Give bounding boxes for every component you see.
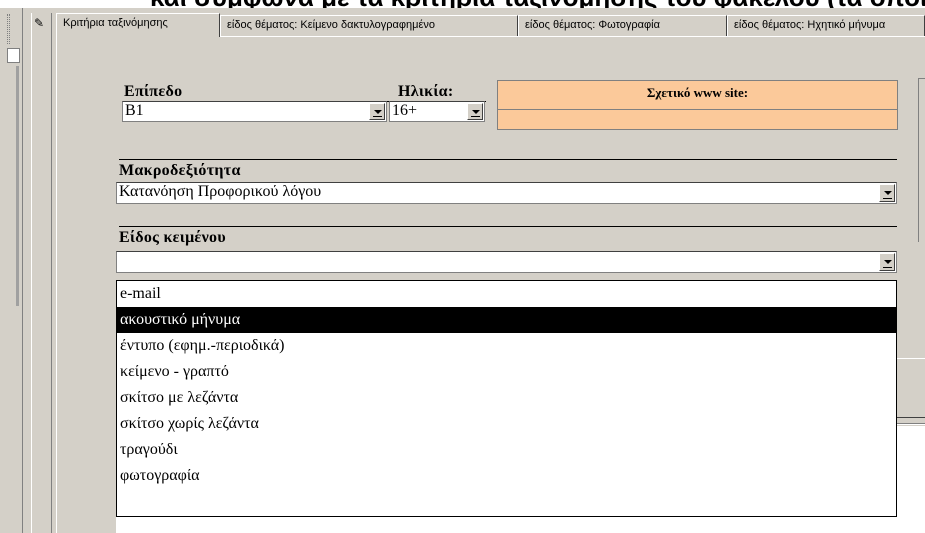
age-label: Ηλικία: <box>398 83 486 102</box>
text-type-select[interactable] <box>116 251 897 273</box>
level-value: B1 <box>125 102 144 119</box>
chevron-down-icon[interactable] <box>369 103 385 120</box>
dropdown-item-written-text[interactable]: κείμενο - γραπτό <box>117 359 896 385</box>
website-field[interactable]: Σχετικό www site: <box>497 80 898 130</box>
window-title-text: και σύμφωνα με τα κριτήρια ταξινόμησης τ… <box>150 0 925 8</box>
left-scrollbar[interactable] <box>16 66 19 306</box>
tab-strip: Κριτήρια ταξινόμησης είδος θέματος: Κείμ… <box>56 13 925 37</box>
window-title: και σύμφωνα με τα κριτήρια ταξινόμησης τ… <box>0 0 925 8</box>
age-value: 16+ <box>392 102 418 119</box>
macroskill-value: Κατανόηση Προφορικού λόγου <box>119 183 322 200</box>
chevron-down-icon[interactable] <box>879 253 895 271</box>
tab-classification-criteria[interactable]: Κριτήρια ταξινόμησης <box>56 13 220 37</box>
record-selector[interactable] <box>31 13 52 533</box>
text-type-label: Είδος κειμένου <box>119 226 897 247</box>
left-checkbox[interactable] <box>7 48 20 63</box>
dropdown-item-sketch-without-caption[interactable]: σκίτσο χωρίς λεζάντα <box>117 411 896 437</box>
level-select[interactable]: B1 <box>122 101 387 122</box>
level-label: Επίπεδο <box>124 83 392 102</box>
tab-typed-text[interactable]: είδος θέματος: Κείμενο δακτυλογραφημένο <box>220 15 518 36</box>
chevron-down-icon[interactable] <box>467 103 483 120</box>
right-panel <box>918 78 925 242</box>
website-divider <box>498 109 897 110</box>
chevron-down-icon[interactable] <box>879 184 895 202</box>
text-type-dropdown-list[interactable]: e-mail ακουστικό μήνυμα έντυπο (εφημ.-πε… <box>116 280 897 517</box>
dropdown-item-print[interactable]: έντυπο (εφημ.-περιοδικά) <box>117 333 896 359</box>
macroskill-select[interactable]: Κατανόηση Προφορικού λόγου <box>116 182 897 204</box>
dropdown-item-song[interactable]: τραγούδι <box>117 437 896 463</box>
side-button[interactable] <box>896 358 925 418</box>
age-select[interactable]: 16+ <box>389 101 485 122</box>
dropdown-item-email[interactable]: e-mail <box>117 281 896 307</box>
dropdown-item-sketch-with-caption[interactable]: σκίτσο με λεζάντα <box>117 385 896 411</box>
tab-audio-message[interactable]: είδος θέματος: Ηχητικό μήνυμα <box>727 15 925 36</box>
pencil-icon: ✎ <box>34 16 45 30</box>
dropdown-item-audio-message[interactable]: ακουστικό μήνυμα <box>117 307 896 333</box>
dropdown-item-photograph[interactable]: φωτογραφία <box>117 463 896 489</box>
website-label: Σχετικό www site: <box>646 85 749 100</box>
tab-photograph[interactable]: είδος θέματος: Φωτογραφία <box>518 15 727 36</box>
toolbar-grip[interactable] <box>7 14 10 44</box>
macroskill-label: Μακροδεξιότητα <box>119 159 897 180</box>
